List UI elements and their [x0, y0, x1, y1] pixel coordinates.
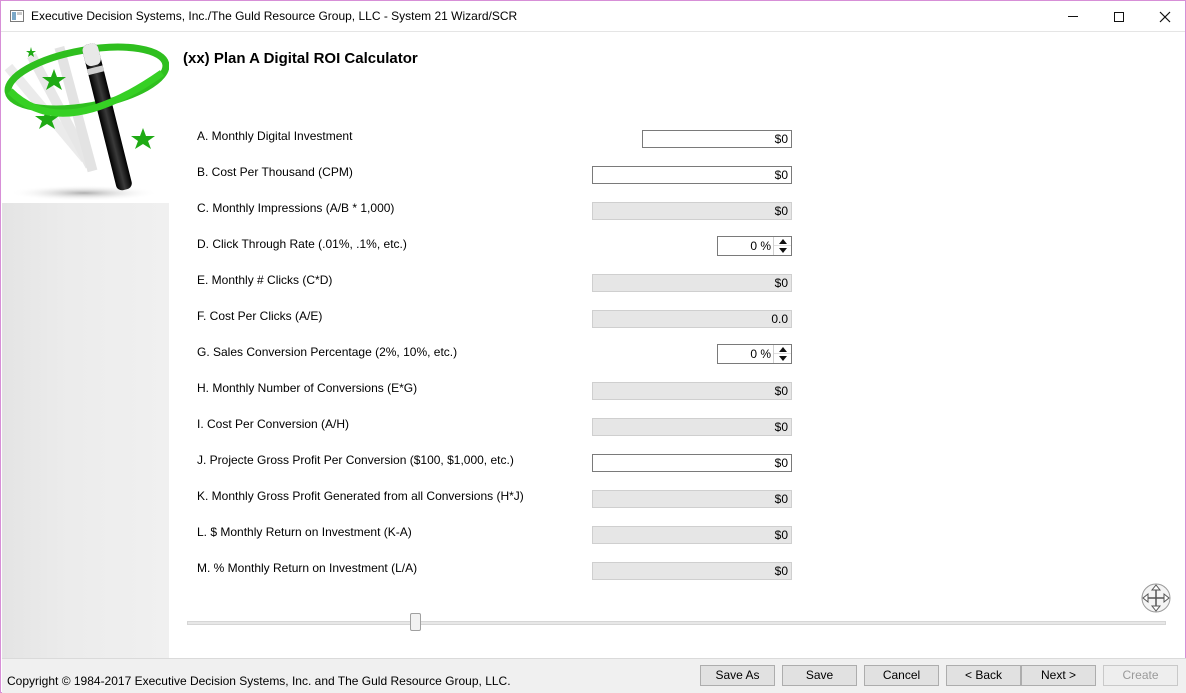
row-label-gross-profit-per-conversion: J. Projecte Gross Profit Per Conversion … — [197, 453, 514, 467]
next-button[interactable]: Next > — [1021, 665, 1096, 686]
minimize-icon — [1068, 16, 1078, 17]
close-button[interactable] — [1142, 1, 1186, 32]
percent-monthly-roi-field: $0 — [592, 562, 792, 580]
spinner-up-button[interactable] — [774, 345, 791, 354]
gross-profit-per-conversion-input[interactable]: $0 — [592, 454, 792, 472]
maximize-button[interactable] — [1096, 1, 1142, 32]
row-label-monthly-clicks: E. Monthly # Clicks (C*D) — [197, 273, 333, 287]
row-label-monthly-digital-investment: A. Monthly Digital Investment — [197, 129, 353, 143]
close-icon — [1159, 11, 1171, 22]
monthly-conversions-field: $0 — [592, 382, 792, 400]
arrow-down-icon — [778, 356, 787, 361]
spinner-down-button[interactable] — [774, 246, 791, 255]
row-label-percent-monthly-roi: M. % Monthly Return on Investment (L/A) — [197, 561, 418, 575]
page-title: (xx) Plan A Digital ROI Calculator — [183, 50, 418, 67]
spinner-arrows — [773, 237, 791, 255]
dollar-monthly-roi-field: $0 — [592, 526, 792, 544]
save-button[interactable]: Save — [782, 665, 857, 686]
row-label-monthly-gross-profit: K. Monthly Gross Profit Generated from a… — [197, 489, 524, 503]
sales-conversion-value[interactable]: 0 % — [750, 347, 771, 361]
row-label-monthly-conversions: H. Monthly Number of Conversions (E*G) — [197, 381, 418, 395]
minimize-button[interactable] — [1050, 1, 1096, 32]
row-label-click-through-rate: D. Click Through Rate (.01%, .1%, etc.) — [197, 237, 407, 251]
copyright-text: Copyright © 1984-2017 Executive Decision… — [7, 674, 511, 688]
create-button[interactable]: Create — [1103, 665, 1178, 686]
app-window: Executive Decision Systems, Inc./The Gul… — [0, 0, 1186, 693]
window-title: Executive Decision Systems, Inc./The Gul… — [31, 9, 518, 23]
row-label-cost-per-clicks: F. Cost Per Clicks (A/E) — [197, 309, 323, 323]
app-window-icon — [10, 10, 24, 22]
click-through-rate-spinner[interactable]: 0 % — [717, 236, 792, 256]
magic-wand-icon — [4, 43, 170, 201]
save-as-button[interactable]: Save As — [700, 665, 775, 686]
row-label-monthly-impressions: C. Monthly Impressions (A/B * 1,000) — [197, 201, 395, 215]
monthly-digital-investment-input[interactable]: $0 — [642, 130, 792, 148]
cost-per-clicks-field: 0.0 — [592, 310, 792, 328]
maximize-icon — [1114, 11, 1124, 22]
sales-conversion-spinner[interactable]: 0 % — [717, 344, 792, 364]
slider-track[interactable] — [187, 621, 1166, 625]
title-bar: Executive Decision Systems, Inc./The Gul… — [1, 1, 1185, 32]
row-label-cost-per-thousand: B. Cost Per Thousand (CPM) — [197, 165, 353, 179]
cost-per-thousand-input[interactable]: $0 — [592, 166, 792, 184]
spinner-arrows — [773, 345, 791, 363]
cost-per-conversion-field: $0 — [592, 418, 792, 436]
wizard-logo — [2, 33, 170, 203]
slider-thumb[interactable] — [410, 613, 421, 631]
cancel-button[interactable]: Cancel — [864, 665, 939, 686]
monthly-clicks-field: $0 — [592, 274, 792, 292]
arrow-up-icon — [778, 346, 787, 352]
arrow-down-icon — [778, 248, 787, 253]
row-label-dollar-monthly-roi: L. $ Monthly Return on Investment (K-A) — [197, 525, 412, 539]
spinner-up-button[interactable] — [774, 237, 791, 246]
row-label-sales-conversion-percentage: G. Sales Conversion Percentage (2%, 10%,… — [197, 345, 458, 359]
monthly-gross-profit-field: $0 — [592, 490, 792, 508]
row-label-cost-per-conversion: I. Cost Per Conversion (A/H) — [197, 417, 350, 431]
click-through-rate-value[interactable]: 0 % — [750, 239, 771, 253]
arrow-up-icon — [778, 238, 787, 244]
spinner-down-button[interactable] — [774, 354, 791, 363]
back-button[interactable]: < Back — [946, 665, 1021, 686]
monthly-impressions-field: $0 — [592, 202, 792, 220]
move-arrows-icon[interactable] — [1140, 582, 1172, 614]
